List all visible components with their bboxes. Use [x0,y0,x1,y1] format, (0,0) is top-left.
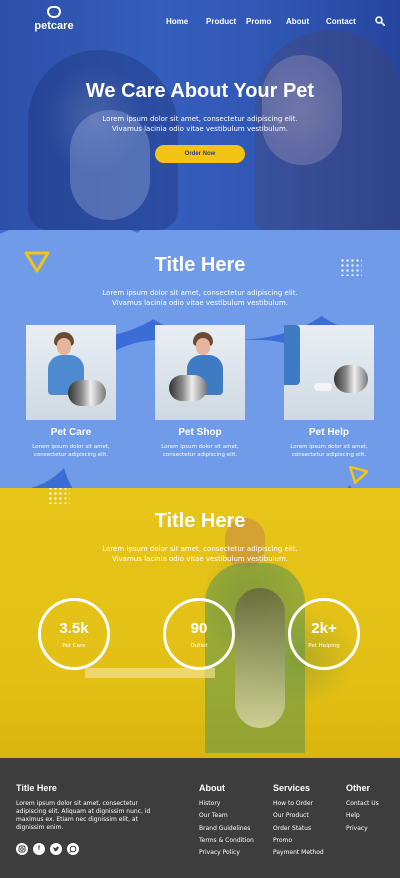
footer-link-order-status[interactable]: Order Status [273,823,324,835]
footer-about-title: About [199,783,225,793]
nav-product[interactable]: Product [206,17,236,26]
stat-label: Pet Helping [308,643,340,649]
card-text: Lorem ipsum dolor sit amet, consectetur … [290,444,368,458]
card-title: Pet Care [50,427,92,438]
stats-section: Title Here Lorem ipsum dolor sit amet, c… [0,488,400,758]
footer-link-history[interactable]: History [199,798,254,810]
footer-link-our-team[interactable]: Our Team [199,810,254,822]
hero-section: petcare Home Product Promo About Contact… [0,0,400,230]
nav-about[interactable]: About [286,17,309,26]
footer-link-brand-guidelines[interactable]: Brand Guidelines [199,823,254,835]
card-title: Pet Help [308,427,349,438]
nav-contact[interactable]: Contact [326,17,356,26]
footer-link-privacy[interactable]: Privacy [346,823,379,835]
footer-services-links: How to Order Our Product Order Status Pr… [273,798,324,859]
footer-link-payment-method[interactable]: Payment Method [273,847,324,859]
stat-circle-pet-helping: 2k+ Pet Helping [288,598,360,670]
triangle-decoration-icon [348,466,368,485]
footer-brand-text: Lorem ipsum dolor sit amet, consectetur … [16,800,151,831]
footer-link-contact-us[interactable]: Contact Us [346,798,379,810]
footer-link-help[interactable]: Help [346,810,379,822]
footer-link-promo[interactable]: Promo [273,835,324,847]
pet-help-image [284,325,374,420]
stats-text: Lorem ipsum dolor sit amet, consectetur … [102,545,298,563]
card-text: Lorem ipsum dolor sit amet, consectetur … [32,444,110,458]
pet-care-image [26,325,116,420]
card-title: Pet Shop [178,427,222,438]
service-card-pet-care[interactable]: Pet Care Lorem ipsum dolor sit amet, con… [26,325,116,459]
footer-services-title: Services [273,783,311,793]
footer-other-links: Contact Us Help Privacy [346,798,379,835]
stat-value: 90 [190,620,208,637]
facebook-icon[interactable]: f [33,843,45,855]
footer-link-terms[interactable]: Terms & Condition [199,835,254,847]
nav-promo[interactable]: Promo [246,17,271,26]
card-text: Lorem ipsum dolor sit amet, consectetur … [161,444,239,458]
stat-label: Outlet [190,643,208,649]
search-icon[interactable] [375,16,385,26]
footer-link-our-product[interactable]: Our Product [273,810,324,822]
services-title: Title Here [154,254,246,276]
stat-value: 2k+ [311,620,337,637]
nav-home[interactable]: Home [166,17,188,26]
service-card-pet-help[interactable]: Pet Help Lorem ipsum dolor sit amet, con… [284,325,374,459]
stat-label: Pet Care [62,643,86,649]
services-text: Lorem ipsum dolor sit amet, consectetur … [102,289,298,307]
service-card-pet-shop[interactable]: Pet Shop Lorem ipsum dolor sit amet, con… [155,325,245,459]
stats-dog-image [235,588,285,728]
footer: Title Here Lorem ipsum dolor sit amet, c… [0,758,400,878]
footer-link-how-to-order[interactable]: How to Order [273,798,324,810]
footer-link-privacy-policy[interactable]: Privacy Policy [199,847,254,859]
instagram-icon[interactable] [16,843,28,855]
nav-links: Home Product Promo About Contact [0,17,400,29]
stat-value: 3.5k [59,620,89,637]
stat-circle-pet-care: 3.5k Pet Care [38,598,110,670]
footer-brand-title: Title Here [16,783,57,793]
dots-decoration [48,488,70,504]
top-navbar: petcare Home Product Promo About Contact [0,0,400,42]
footer-other-title: Other [346,783,371,793]
twitter-icon[interactable] [50,843,62,855]
hero-text: Lorem ipsum dolor sit amet, consectetur … [102,115,298,133]
order-now-button[interactable]: Order Now [155,145,245,163]
services-section: Title Here Lorem ipsum dolor sit amet, c… [0,230,400,488]
hero-title: We Care About Your Pet [85,80,315,102]
pet-shop-image [155,325,245,420]
whatsapp-icon[interactable] [67,843,79,855]
stat-circle-outlet: 90 Outlet [163,598,235,670]
stats-title: Title Here [154,510,246,532]
footer-about-links: History Our Team Brand Guidelines Terms … [199,798,254,859]
